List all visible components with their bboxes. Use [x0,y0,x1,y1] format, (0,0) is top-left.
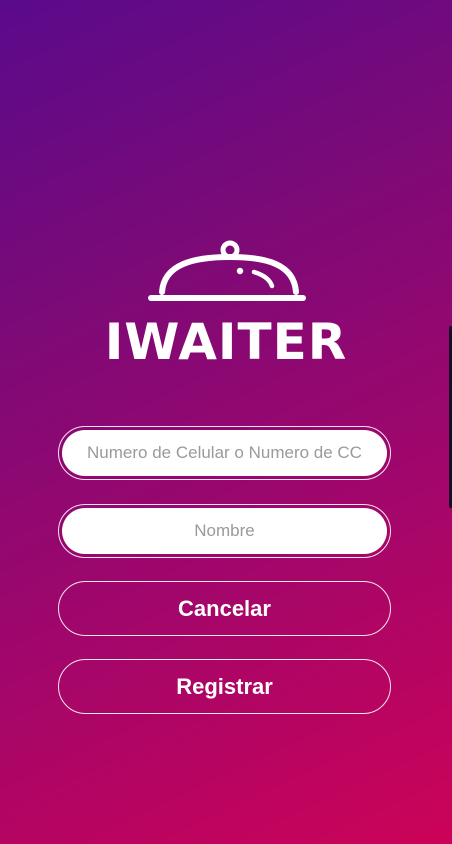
name-input[interactable] [62,508,387,554]
phone-or-id-input[interactable] [62,430,387,476]
phone-or-id-field-frame [58,426,391,480]
app-brand-name: IWAITER [104,313,348,371]
register-button-label: Registrar [176,673,273,699]
registration-screen: IWAITER Cancelar Registrar [0,0,452,844]
name-field-frame [58,504,391,558]
serving-cloche-icon [148,240,306,301]
register-button[interactable]: Registrar [58,659,391,714]
cancel-button[interactable]: Cancelar [58,581,391,636]
cancel-button-label: Cancelar [178,595,271,621]
